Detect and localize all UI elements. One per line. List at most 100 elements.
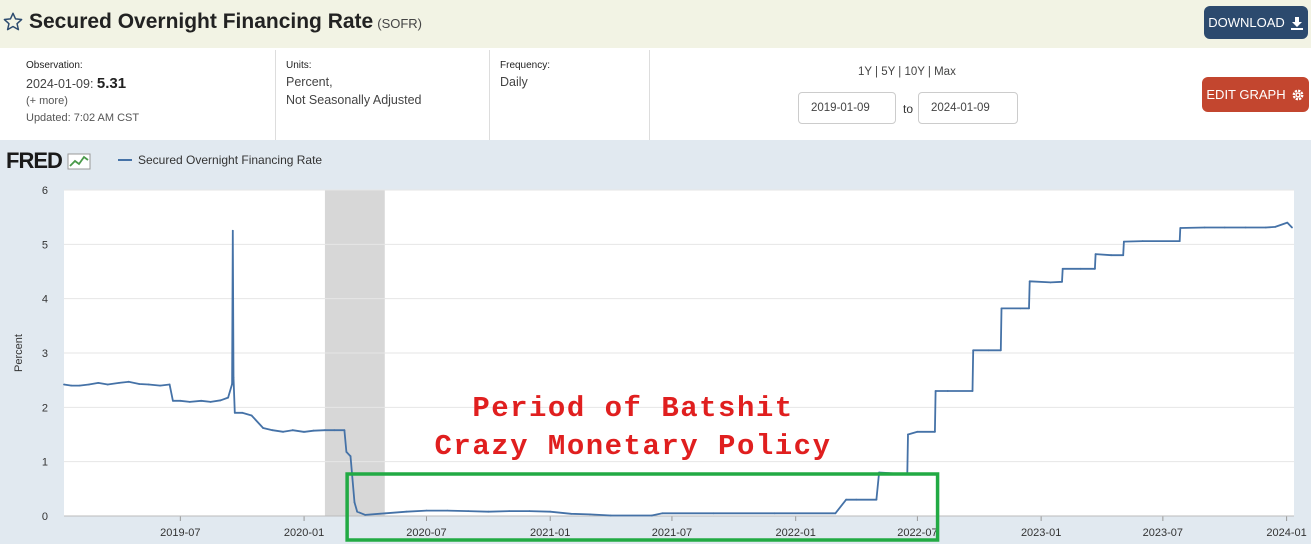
sofr-data-point	[1094, 253, 1097, 256]
y-tick-label: 6	[42, 185, 48, 197]
sofr-data-point	[159, 384, 162, 387]
sofr-data-point	[70, 384, 73, 387]
sofr-data-point	[1223, 226, 1226, 229]
sofr-data-point	[88, 383, 90, 386]
sofr-data-point	[97, 382, 100, 384]
sofr-data-point	[241, 411, 244, 414]
sofr-data-point	[384, 512, 387, 515]
sofr-data-point	[487, 510, 490, 513]
sofr-data-point	[1110, 254, 1112, 257]
sofr-data-point	[172, 399, 174, 402]
chart-svg: 0 1 2 3 4 5 6 2019-07 2020-01 2020-07 2021-01 2021-…	[13, 185, 1307, 542]
sofr-data-point	[63, 383, 65, 386]
y-tick-label: 5	[42, 239, 48, 251]
sofr-data-point	[188, 401, 191, 403]
sofr-data-point	[845, 498, 847, 501]
annotation-text-line: Period of Batshit	[472, 392, 793, 425]
sofr-data-point	[312, 429, 315, 432]
sofr-data-point	[127, 380, 130, 383]
sofr-data-point	[650, 514, 653, 517]
y-tick-label: 0	[42, 511, 48, 523]
sofr-data-point	[934, 430, 936, 433]
y-tick-label: 4	[42, 294, 48, 306]
sofr-data-point	[1274, 226, 1277, 228]
sofr-data-point	[907, 433, 909, 436]
sofr-data-point	[467, 510, 470, 512]
sofr-data-point	[773, 512, 776, 515]
x-tick-label: 2021-01	[530, 527, 570, 539]
sofr-data-point	[570, 512, 572, 515]
sofr-data-point	[712, 512, 715, 515]
sofr-data-point	[661, 512, 664, 515]
sofr-data-point	[138, 383, 141, 385]
x-tick-label: 2019-07	[160, 527, 200, 539]
sofr-data-point	[356, 510, 359, 513]
sofr-data-point	[1286, 221, 1289, 224]
sofr-data-point	[916, 430, 919, 433]
sofr-data-point	[78, 384, 81, 387]
sofr-data-point	[1141, 240, 1144, 243]
sofr-data-point	[303, 430, 306, 433]
sofr-data-point	[209, 401, 212, 403]
sofr-data-point	[1122, 254, 1125, 257]
y-axis-label: Percent	[13, 334, 25, 372]
x-tick-label: 2020-07	[406, 527, 446, 539]
sofr-data-point	[1178, 240, 1181, 243]
sofr-data-point	[364, 514, 367, 516]
sofr-data-point	[1028, 280, 1031, 283]
sofr-data-point	[262, 427, 264, 429]
sofr-data-point	[1079, 267, 1082, 270]
sofr-data-point	[609, 514, 612, 517]
sofr-data-point	[946, 390, 949, 392]
sofr-data-point	[343, 429, 346, 432]
x-tick-label: 2023-01	[1021, 527, 1061, 539]
sofr-data-point	[345, 451, 348, 453]
y-tick-label: 1	[42, 457, 48, 469]
sofr-data-point	[1291, 226, 1293, 229]
sofr-data-point	[999, 349, 1002, 352]
x-tick-label: 2020-01	[284, 527, 324, 539]
sofr-data-point	[589, 513, 591, 516]
sofr-data-point	[291, 429, 294, 432]
sofr-data-point	[219, 399, 222, 402]
sofr-data-point	[1000, 307, 1003, 310]
sofr-data-point	[179, 399, 182, 402]
x-tick-label: 2022-01	[775, 527, 815, 539]
sofr-data-point	[875, 498, 878, 501]
sofr-data-point	[425, 509, 428, 512]
sofr-data-point	[231, 383, 234, 385]
sofr-data-point	[1203, 226, 1206, 229]
sofr-data-point	[168, 383, 171, 386]
x-tick-label: 2024-01	[1266, 527, 1306, 539]
sofr-data-point	[549, 510, 552, 513]
sofr-data-point	[508, 510, 511, 512]
sofr-data-point	[353, 501, 356, 504]
sofr-data-point	[227, 396, 230, 399]
y-tick-label: 2	[42, 402, 48, 414]
sofr-data-point	[231, 229, 234, 232]
sofr-data-point	[405, 510, 408, 513]
sofr-data-point	[971, 390, 974, 392]
sofr-data-point	[934, 390, 937, 392]
sofr-data-point	[446, 509, 449, 512]
sofr-data-point	[1028, 307, 1030, 310]
x-tick-label: 2022-07	[897, 527, 937, 539]
sofr-data-point	[1094, 267, 1096, 270]
sofr-data-point	[349, 455, 352, 458]
sofr-data-point	[855, 498, 858, 501]
annotation-text-line: Crazy Monetary Policy	[435, 430, 832, 463]
sofr-data-point	[106, 383, 109, 386]
sofr-data-point	[200, 399, 203, 402]
sofr-data-point	[1264, 226, 1267, 229]
sofr-data-point	[233, 411, 236, 414]
sofr-data-point	[324, 429, 326, 432]
sofr-data-point	[282, 430, 285, 433]
x-tick-label: 2021-07	[652, 527, 692, 539]
sofr-data-point	[118, 382, 120, 384]
sofr-data-point	[1061, 267, 1064, 270]
sofr-data-point	[528, 510, 531, 512]
sofr-data-point	[1019, 307, 1022, 310]
sofr-data-point	[250, 414, 253, 417]
sofr-data-point	[1123, 240, 1125, 243]
sofr-data-point	[834, 512, 837, 515]
